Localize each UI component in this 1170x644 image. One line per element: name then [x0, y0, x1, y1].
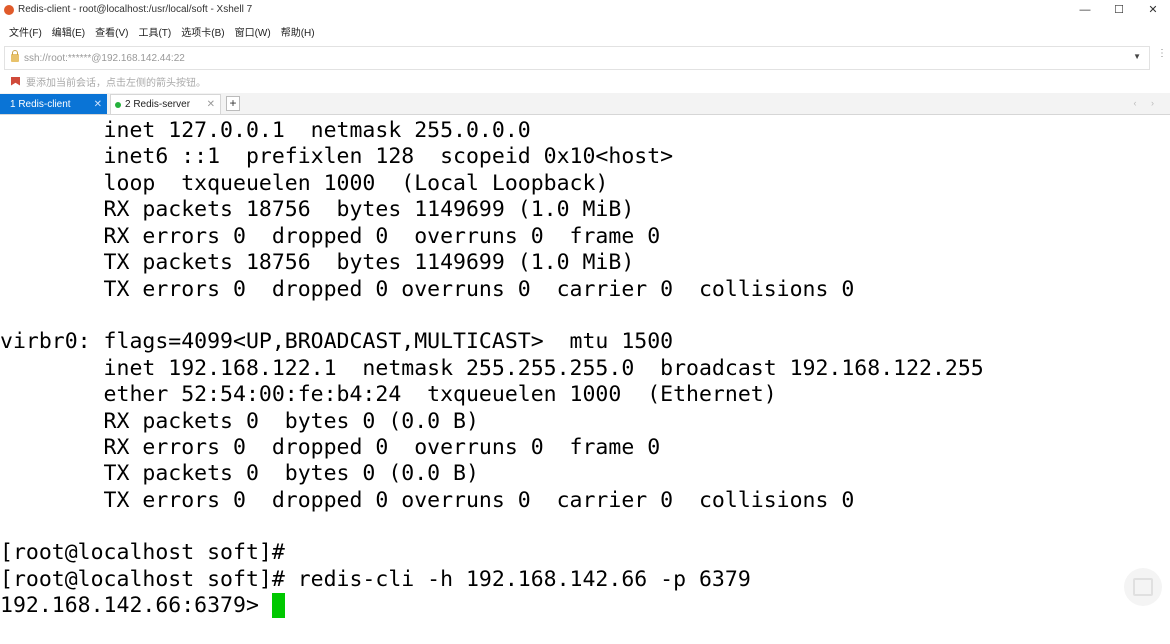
tab-label: 2 Redis-server [125, 99, 191, 110]
terminal-line: inet 192.168.122.1 netmask 255.255.255.0… [0, 356, 984, 381]
terminal-line: [root@localhost soft]# [0, 540, 285, 565]
floating-compose-icon[interactable] [1124, 568, 1162, 606]
menu-view[interactable]: 查看(V) [90, 24, 133, 39]
menu-help[interactable]: 帮助(H) [276, 24, 320, 39]
terminal-line: inet6 ::1 prefixlen 128 scopeid 0x10<hos… [0, 144, 674, 169]
tab-redis-client[interactable]: 1 Redis-client ✕ [0, 94, 107, 114]
info-text: 要添加当前会话，点击左侧的箭头按钮。 [26, 77, 206, 89]
maximize-button[interactable]: ☐ [1102, 0, 1136, 19]
menu-file[interactable]: 文件(F) [0, 24, 47, 39]
tab-close-icon[interactable]: ✕ [94, 99, 102, 110]
window-controls: — ☐ ✕ [1068, 0, 1170, 19]
terminal-line: ether 52:54:00:fe:b4:24 txqueuelen 1000 … [0, 382, 777, 407]
terminal-line: RX errors 0 dropped 0 overruns 0 frame 0 [0, 224, 661, 249]
add-tab-button[interactable]: + [226, 96, 240, 111]
tab-scroll-arrows-icon[interactable]: ‹ › [1134, 98, 1161, 108]
terminal-line: TX packets 0 bytes 0 (0.0 B) [0, 461, 479, 486]
lock-icon [11, 50, 19, 62]
xshell-app-icon [4, 4, 14, 15]
terminal-output[interactable]: inet 127.0.0.1 netmask 255.0.0.0 inet6 :… [0, 116, 1170, 644]
terminal-prompt-line[interactable]: 192.168.142.66:6379> [0, 593, 285, 619]
menu-edit[interactable]: 编辑(E) [47, 24, 90, 39]
terminal-line: RX packets 0 bytes 0 (0.0 B) [0, 409, 479, 434]
terminal-line: virbr0: flags=4099<UP,BROADCAST,MULTICAS… [0, 329, 674, 354]
window-title: Redis-client - root@localhost:/usr/local… [18, 4, 253, 15]
menu-bar: 文件(F) 编辑(E) 查看(V) 工具(T) 选项卡(B) 窗口(W) 帮助(… [0, 19, 1170, 43]
tab-bar: 1 Redis-client ✕ 2 Redis-server ✕ + ‹ › [0, 93, 1170, 115]
address-options-icon[interactable]: ⋮ [1157, 48, 1167, 59]
address-input[interactable]: ssh://root:******@192.168.142.44:22 [24, 53, 185, 64]
terminal-line: TX packets 18756 bytes 1149699 (1.0 MiB) [0, 250, 635, 275]
close-button[interactable]: ✕ [1136, 0, 1170, 19]
terminal-line: RX packets 18756 bytes 1149699 (1.0 MiB) [0, 197, 635, 222]
bookmark-icon[interactable] [11, 76, 20, 86]
compose-shape [1133, 578, 1153, 596]
title-bar: Redis-client - root@localhost:/usr/local… [0, 0, 1170, 19]
menu-window[interactable]: 窗口(W) [230, 24, 276, 39]
terminal-line: TX errors 0 dropped 0 overruns 0 carrier… [0, 488, 855, 513]
tab-label: 1 Redis-client [10, 98, 71, 110]
terminal-line: inet 127.0.0.1 netmask 255.0.0.0 [0, 118, 531, 143]
menu-tools[interactable]: 工具(T) [133, 24, 176, 39]
terminal-cursor [271, 593, 285, 618]
redis-prompt: 192.168.142.66:6379> [0, 593, 272, 618]
tab-close-icon[interactable]: ✕ [207, 99, 215, 110]
terminal-line: RX errors 0 dropped 0 overruns 0 frame 0 [0, 435, 661, 460]
terminal-line: loop txqueuelen 1000 (Local Loopback) [0, 171, 609, 196]
connected-status-icon [115, 101, 121, 108]
chevron-down-icon[interactable]: ▼ [1133, 52, 1141, 61]
tab-redis-server[interactable]: 2 Redis-server ✕ [110, 94, 221, 114]
info-bar: 要添加当前会话，点击左侧的箭头按钮。 [0, 70, 1170, 92]
minimize-button[interactable]: — [1068, 0, 1102, 19]
terminal-line: [root@localhost soft]# redis-cli -h 192.… [0, 567, 751, 592]
menu-tabs[interactable]: 选项卡(B) [176, 24, 229, 39]
address-bar[interactable]: ssh://root:******@192.168.142.44:22 ▼ [4, 46, 1150, 70]
terminal-line: TX errors 0 dropped 0 overruns 0 carrier… [0, 277, 855, 302]
